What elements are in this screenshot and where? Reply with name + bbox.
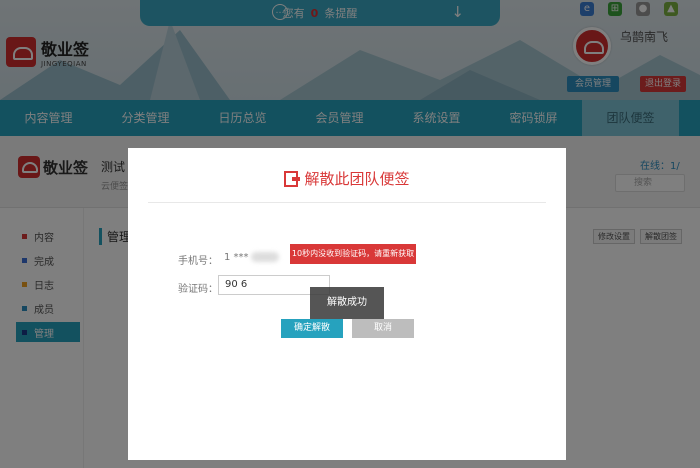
phone-label: 手机号： — [178, 256, 218, 267]
phone-number: 1 *** — [224, 252, 249, 263]
phone-value: 1 *** — [224, 252, 281, 263]
confirm-dissolve-button[interactable]: 确定解散 — [281, 319, 343, 338]
exit-icon — [284, 170, 301, 187]
resend-code-tip[interactable]: 10秒内没收到验证码，请重新获取 — [290, 244, 416, 264]
success-toast: 解散成功 — [310, 287, 384, 319]
redaction-mask — [250, 252, 279, 262]
divider — [148, 202, 546, 203]
dissolve-dialog: 解散此团队便签 手机号： 1 *** 10秒内没收到验证码，请重新获取 验证码：… — [128, 148, 566, 460]
dialog-title: 解散此团队便签 — [128, 168, 566, 189]
code-label: 验证码： — [178, 284, 218, 295]
cancel-button[interactable]: 取消 — [352, 319, 414, 338]
dialog-title-text: 解散此团队便签 — [304, 170, 410, 188]
